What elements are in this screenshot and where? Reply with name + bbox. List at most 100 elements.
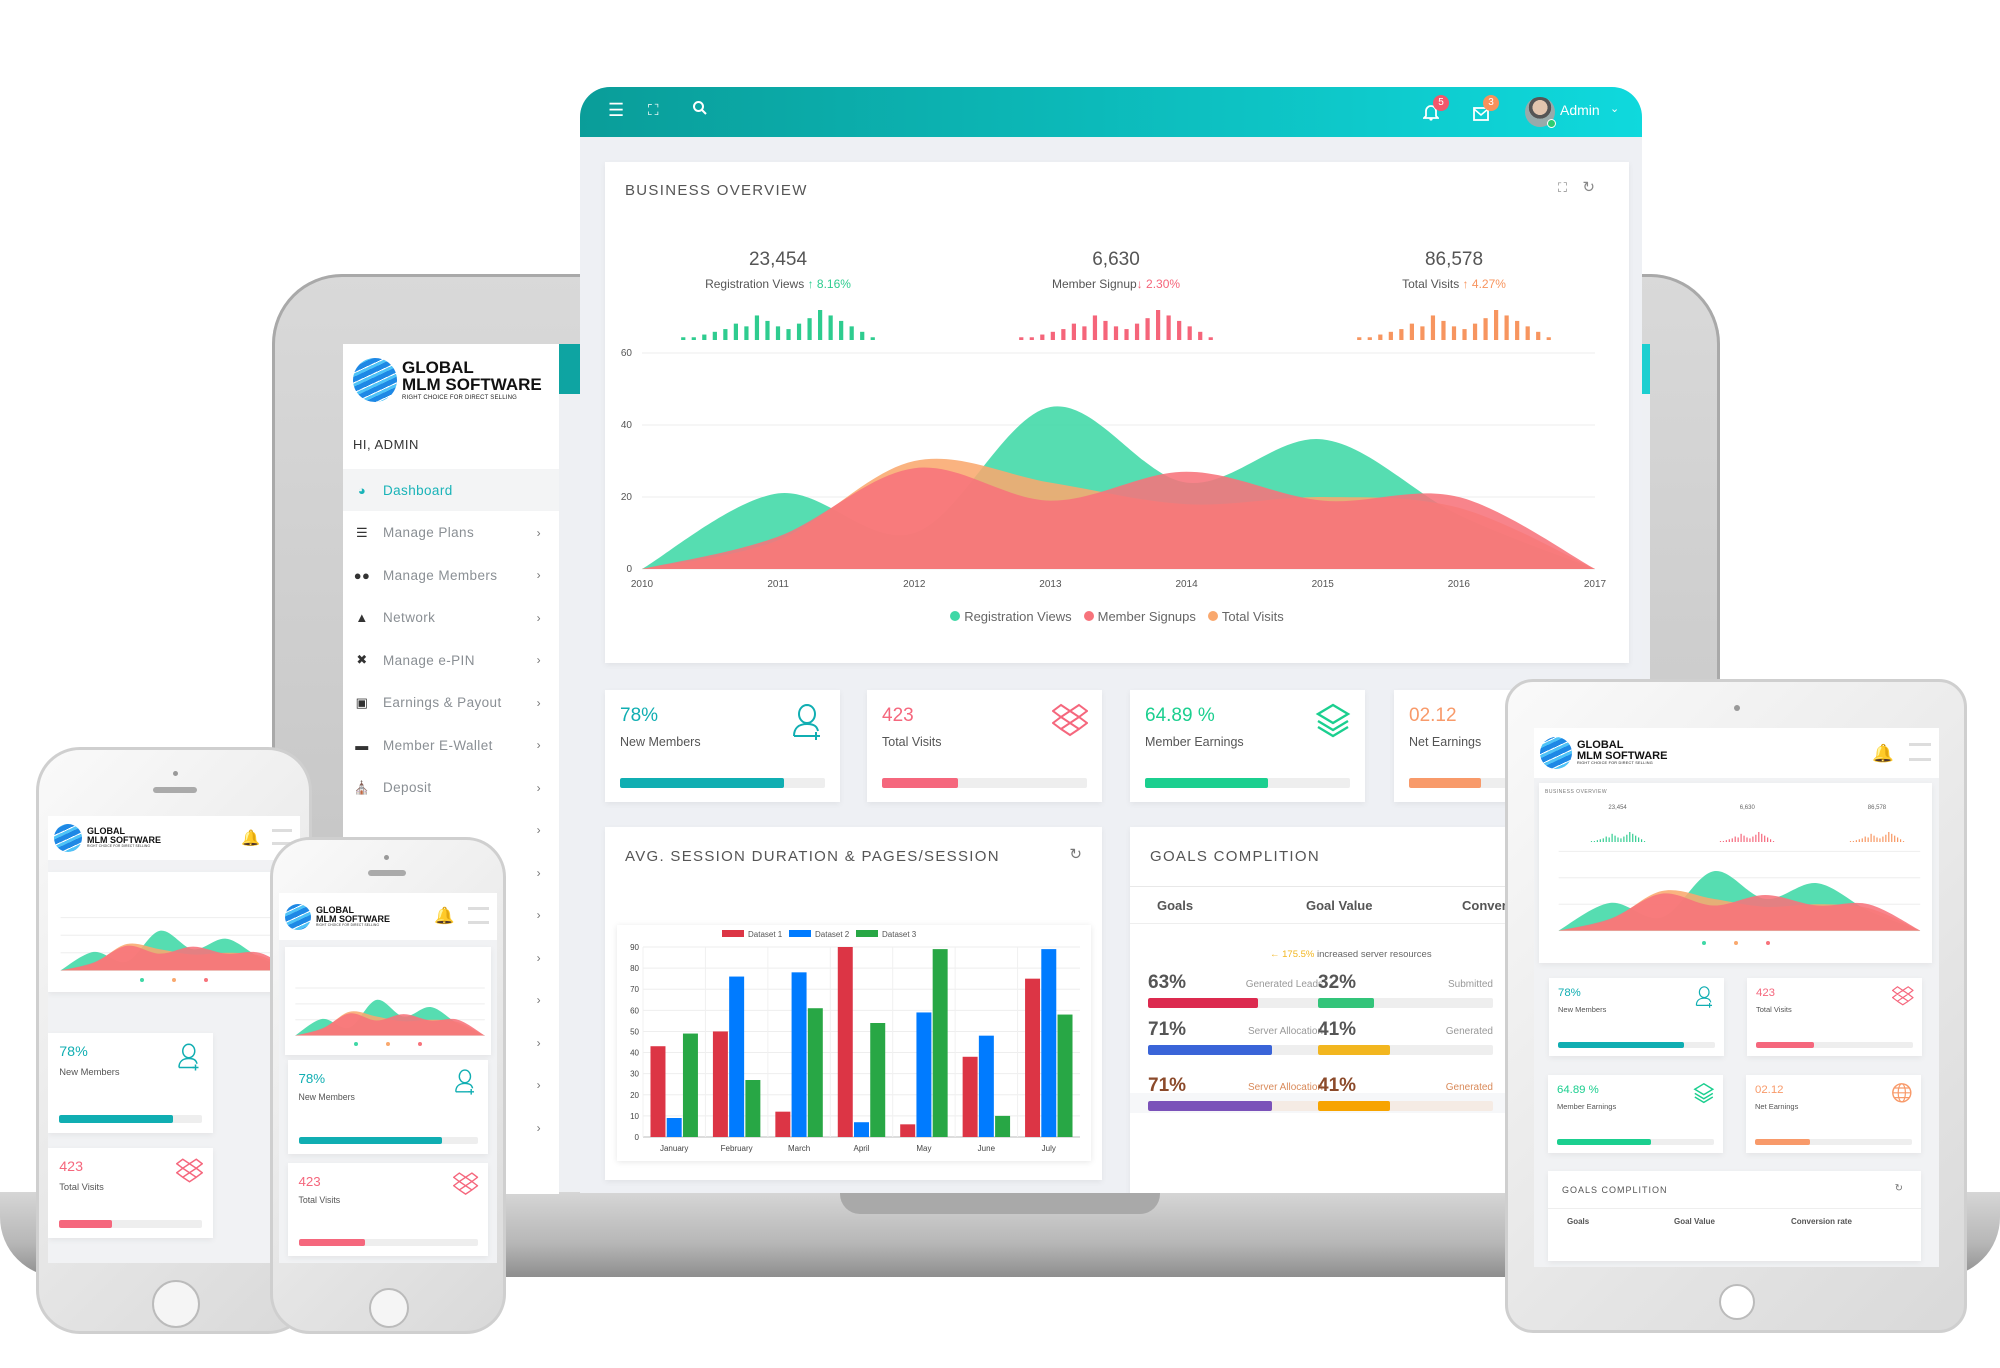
- y-tick-label: 0: [635, 1133, 640, 1142]
- sparkline-bar: [1462, 329, 1467, 340]
- globe-logo-icon: [285, 903, 311, 930]
- home-button[interactable]: [1719, 1284, 1755, 1320]
- globe-logo-icon: [353, 358, 397, 402]
- sparkline-bar: [1071, 323, 1076, 340]
- sparkline-bar: [849, 326, 854, 340]
- search-icon[interactable]: [692, 100, 708, 121]
- bank-icon: ⛪: [353, 779, 371, 795]
- sparkline-bar: [744, 326, 749, 340]
- sidebar-item-dashboard[interactable]: ◕ Dashboard: [343, 469, 559, 511]
- stat-value: 6,630: [1092, 249, 1140, 270]
- bar-dataset-2: [1041, 949, 1057, 1137]
- sidebar-item-manage-plans[interactable]: ☰ Manage Plans ›: [343, 512, 559, 554]
- legend-dot: [386, 1042, 390, 1047]
- sidebar-item-label: Deposit: [383, 780, 432, 795]
- brand-tagline: RIGHT CHOICE FOR DIRECT SELLING: [402, 395, 517, 401]
- area-chart: [60, 917, 293, 971]
- logo[interactable]: GLOBAL MLM SOFTWARE RIGHT CHOICE FOR DIREC…: [353, 358, 542, 402]
- sidebar-item-label: Manage Plans: [383, 525, 475, 540]
- bell-icon[interactable]: 🔔: [1872, 743, 1894, 764]
- phone-camera: [173, 771, 178, 776]
- legend-item[interactable]: Registration Views: [950, 609, 1072, 624]
- mobile-header: GLOBAL MLM SOFTWARE RIGHT CHOICE FOR DIREC…: [48, 816, 300, 860]
- progress-fill: [882, 778, 958, 788]
- stat-card-new-members[interactable]: 78% New Members: [605, 690, 840, 802]
- overview-stat: 6,630 Member Signup↓ 2.30%: [966, 249, 1266, 291]
- phone-screen: GLOBAL MLM SOFTWARE RIGHT CHOICE FOR DIREC…: [279, 893, 497, 1263]
- stat-card-member-earnings[interactable]: 64.89 % Member Earnings: [1130, 690, 1365, 802]
- stat-card-total-visits[interactable]: 423 Total Visits: [1747, 978, 1922, 1056]
- bell-icon[interactable]: 🔔: [434, 907, 454, 926]
- bar-dataset-1: [962, 1056, 978, 1137]
- note-value: 175.5%: [1282, 949, 1315, 960]
- stat-card-total-visits[interactable]: 423 Total Visits: [48, 1148, 213, 1238]
- layers-icon: [1315, 702, 1351, 743]
- stat-card-member-earnings[interactable]: 64.89 % Member Earnings: [1548, 1075, 1723, 1153]
- refresh-icon[interactable]: ↻: [1895, 1183, 1903, 1194]
- stat-card-new-members[interactable]: 78% New Members: [48, 1033, 213, 1133]
- sparkline-bar: [1103, 320, 1108, 340]
- stat-card-new-members[interactable]: 78% New Members: [288, 1060, 488, 1154]
- legend-item[interactable]: Total Visits: [1207, 609, 1284, 624]
- stat-card-total-visits[interactable]: 423 Total Visits: [867, 690, 1102, 802]
- menu-icon[interactable]: [1908, 743, 1931, 761]
- sparkline-bar: [1420, 326, 1425, 340]
- goal-percent: 71%: [1148, 1075, 1187, 1096]
- bar-dataset-3: [682, 1033, 698, 1137]
- y-tick-label: 0: [626, 564, 632, 575]
- visa-card-icon: ▬: [355, 737, 369, 753]
- goal-progress-bar: [1318, 1045, 1493, 1055]
- chevron-down-icon[interactable]: ⌄: [1610, 102, 1619, 115]
- business-overview-card: BUSINESS OVERVIEW ⛶ ↻ 0 20 40 60 2010 2011 201…: [605, 162, 1629, 663]
- progress-bar: [59, 1115, 202, 1123]
- sparkline-bar: [1040, 334, 1045, 340]
- home-button[interactable]: [369, 1288, 409, 1328]
- bar-dataset-2: [729, 976, 745, 1137]
- sitemap-icon: ▲: [355, 610, 369, 625]
- sparkline-bar: [1061, 329, 1066, 340]
- stat-value: 23,454: [748, 249, 808, 270]
- chevron-right-icon: ›: [536, 1078, 541, 1092]
- sidebar-item-manage-members[interactable]: ●● Manage Members ›: [343, 554, 559, 596]
- y-tick-label: 60: [621, 348, 633, 359]
- phone-camera: [384, 855, 389, 860]
- goal-progress-fill: [1148, 998, 1259, 1008]
- user-name[interactable]: Admin: [1560, 102, 1600, 118]
- stat-label-row: Member Signup↓ 2.30%: [966, 277, 1266, 291]
- refresh-icon[interactable]: ↻: [1582, 178, 1595, 196]
- sidebar-item-deposit[interactable]: ⛪ Deposit ›: [343, 767, 559, 809]
- sidebar-item-member-e-wallet[interactable]: ▬ Member E-Wallet ›: [343, 724, 559, 766]
- goal-percent: 63%: [1148, 972, 1187, 993]
- sidebar-item-network[interactable]: ▲ Network ›: [343, 597, 559, 639]
- home-button[interactable]: [152, 1280, 200, 1328]
- sidebar-item-earnings-payout[interactable]: ▣ Earnings & Payout ›: [343, 682, 559, 724]
- stat-label: Total Visits: [1756, 1005, 1792, 1014]
- legend-dot: [204, 977, 208, 982]
- sidebar-item-manage-e-pin[interactable]: ✖ Manage e-PIN ›: [343, 639, 559, 681]
- legend-dot: [1733, 941, 1738, 946]
- stat-label-row: Registration Views ↑ 8.16%: [628, 277, 928, 291]
- sparkline-bar: [1177, 320, 1182, 340]
- stat-change: 4.27%: [1471, 277, 1506, 291]
- legend-label: Dataset 1: [748, 930, 783, 939]
- mobile-header: GLOBAL MLM SOFTWARE RIGHT CHOICE FOR DIREC…: [279, 893, 497, 940]
- stat-card-new-members[interactable]: 78% New Members: [1549, 978, 1724, 1056]
- chevron-right-icon: ›: [536, 695, 541, 710]
- expand-icon[interactable]: ⛶: [1558, 180, 1567, 196]
- progress-fill: [1756, 1041, 1815, 1048]
- stat-card-net-earnings[interactable]: 02.12 Net Earnings: [1746, 1075, 1921, 1153]
- legend-label: Dataset 2: [815, 930, 850, 939]
- menu-icon[interactable]: ☰: [608, 100, 624, 121]
- refresh-icon[interactable]: ↻: [1069, 845, 1082, 863]
- menu-icon[interactable]: [467, 907, 489, 924]
- fullscreen-icon[interactable]: ⛶: [648, 102, 659, 119]
- sparkline-bar: [1019, 337, 1024, 340]
- legend-dot: [172, 977, 176, 982]
- sparkline-bar: [1515, 320, 1520, 340]
- stat-card-total-visits[interactable]: 423 Total Visits: [288, 1163, 488, 1256]
- goal-label: Generated: [1445, 1082, 1493, 1093]
- xing-icon: ✖: [356, 652, 368, 667]
- sparkline-bar: [1546, 337, 1551, 340]
- legend-item[interactable]: Member Signups: [1083, 609, 1196, 624]
- bell-icon[interactable]: 🔔: [241, 829, 260, 848]
